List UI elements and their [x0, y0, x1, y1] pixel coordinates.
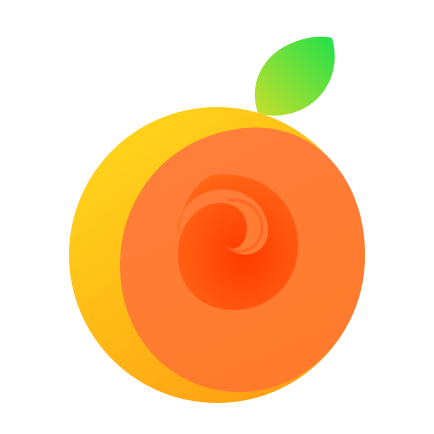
app-icon-canvas: [0, 0, 434, 434]
orange-logo-icon: [69, 36, 365, 403]
leaf-icon: [254, 36, 335, 116]
